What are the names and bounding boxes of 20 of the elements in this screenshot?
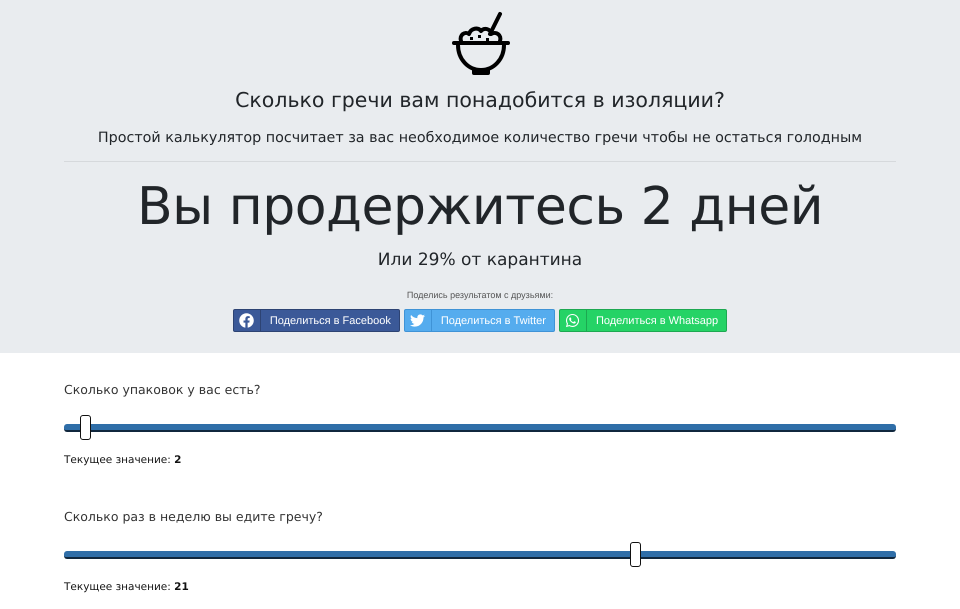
result-subline: Или 29% от карантина <box>378 249 582 272</box>
current-value-text: Текущее значение: 21 <box>64 580 190 594</box>
current-value-text: Текущее значение: 2 <box>64 453 182 467</box>
slider-thumb[interactable] <box>80 415 92 440</box>
page-title: Сколько гречи вам понадобится в изоляции? <box>235 87 725 113</box>
result-headline: Вы продержитесь 2 дней <box>136 176 824 239</box>
facebook-icon <box>239 313 254 328</box>
bird-icon <box>410 313 426 328</box>
share-button[interactable]: Поделиться в Twitter <box>404 309 555 332</box>
slider-question: Сколько упаковок у вас есть? <box>64 381 262 399</box>
slider-thumb[interactable] <box>630 542 641 567</box>
share-button[interactable]: Поделиться в Facebook <box>232 309 400 332</box>
page-subtitle: Простой калькулятор посчитает за вас необходимое количество гречи чтобы не остаться голодным <box>98 129 862 148</box>
share-caption: Поделись результатом с друзьями: <box>406 289 554 301</box>
share-button[interactable]: Поделиться в Whatsapp <box>558 309 728 332</box>
slider-track[interactable] <box>64 542 896 568</box>
slider-question: Сколько раз в неделю вы едите гречу? <box>64 508 324 526</box>
chat-bubble-icon <box>565 313 580 328</box>
bowl-icon <box>450 10 512 76</box>
slider-track[interactable] <box>64 415 896 441</box>
